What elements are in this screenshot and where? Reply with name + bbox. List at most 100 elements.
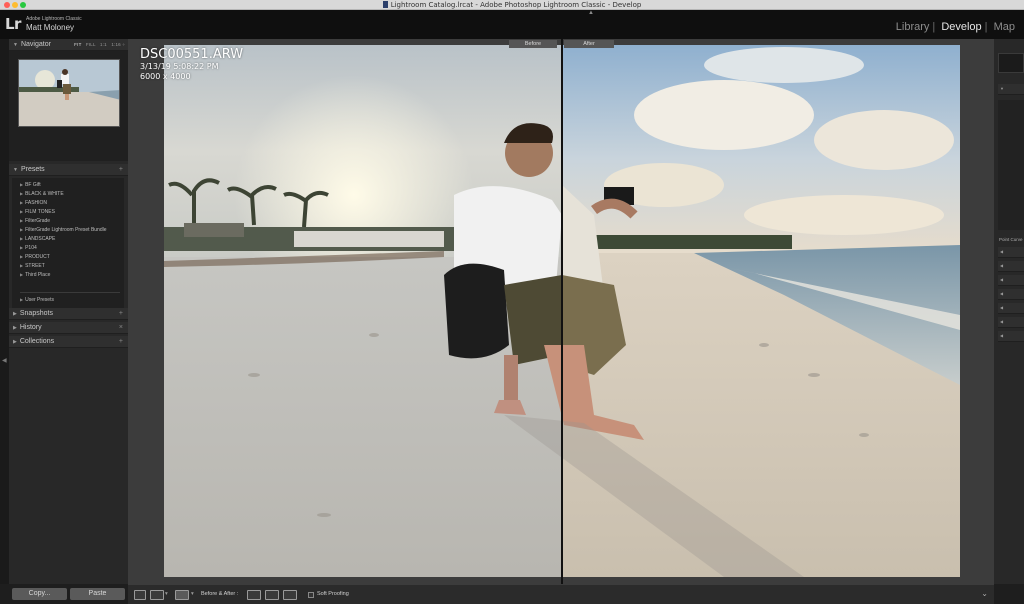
expand-triangle-icon: ▶	[20, 227, 24, 232]
expand-triangle-icon: ▶	[20, 297, 24, 302]
snapshots-header[interactable]: ▶ Snapshots +	[9, 308, 128, 320]
identity-plate-bar	[0, 10, 1024, 39]
add-collection-icon[interactable]: +	[119, 336, 123, 348]
right-panel-section[interactable]: ◀	[998, 303, 1024, 314]
expand-triangle-icon: ▶	[20, 200, 24, 205]
after-label-tab: After	[564, 40, 614, 48]
window-title-bar: Lightroom Catalog.lrcat - Adobe Photosho…	[0, 0, 1024, 10]
expand-triangle-icon: ◀	[1000, 333, 1004, 338]
expand-triangle-icon: ◀	[1000, 249, 1004, 254]
expand-triangle-icon: ▶	[13, 325, 17, 331]
expand-triangle-icon: ▶	[20, 236, 24, 241]
preset-divider	[20, 292, 120, 293]
preset-folder[interactable]: ▶ BF Gift	[20, 182, 41, 188]
right-panel-section[interactable]: ◀	[998, 261, 1024, 272]
presets-list: ▶ BF Gift ▶ BLACK & WHITE ▶ FASHION ▶ FILM T…	[12, 178, 124, 308]
module-develop[interactable]: Develop	[941, 21, 981, 33]
right-panel-section[interactable]: ◀	[998, 289, 1024, 300]
photo-filename: DSC00551.ARW	[140, 47, 244, 62]
right-panel-section[interactable]: ▼	[998, 84, 1024, 95]
zoom-custom-option[interactable]: 1:16 ÷	[111, 42, 125, 47]
right-panel-section[interactable]: ◀	[998, 331, 1024, 342]
zoom-fit-option[interactable]: FIT	[74, 42, 81, 47]
preset-folder[interactable]: ▶ PRODUCT	[20, 254, 50, 260]
module-separator: |	[932, 21, 936, 33]
expand-triangle-icon: ◀	[1000, 305, 1004, 310]
module-separator: |	[984, 21, 988, 33]
point-curve-label: Point Curve	[999, 237, 1023, 242]
right-panel-section[interactable]: ◀	[998, 317, 1024, 328]
module-map[interactable]: Map	[994, 21, 1015, 33]
app-name: Adobe Lightroom Classic	[26, 16, 82, 22]
preset-folder-user[interactable]: ▶ User Presets	[20, 297, 54, 303]
expand-triangle-icon: ▶	[20, 263, 24, 268]
lightroom-logo: Lr	[5, 15, 21, 33]
top-panel-toggle-icon[interactable]: ▲	[588, 10, 594, 16]
collapse-triangle-icon: ▼	[13, 167, 18, 173]
left-panel-edge[interactable]: ◀	[0, 39, 9, 584]
preset-folder[interactable]: ▶ Third Place	[20, 272, 50, 278]
expand-triangle-icon: ◀	[1000, 291, 1004, 296]
preset-folder[interactable]: ▶ FilterGrade Lightroom Preset Bundle	[20, 227, 107, 233]
preset-folder[interactable]: ▶ P104	[20, 245, 37, 251]
collapse-triangle-icon: ▼	[13, 42, 18, 48]
toolbar-content-chevron-icon[interactable]: ⌄	[981, 589, 988, 598]
navigator-zoom-options: FIT FILL 1:1 1:16 ÷	[71, 39, 125, 51]
presets-header[interactable]: ▼ Presets +	[9, 164, 128, 176]
preset-folder[interactable]: ▶ STREET	[20, 263, 45, 269]
history-header[interactable]: ▶ History ×	[9, 322, 128, 334]
right-panel-section[interactable]: ◀	[998, 247, 1024, 258]
clear-history-icon[interactable]: ×	[119, 322, 123, 334]
navigator-header[interactable]: ▼ Navigator FIT FILL 1:1 1:16 ÷	[9, 39, 128, 51]
zoom-1-1-option[interactable]: 1:1	[100, 42, 107, 47]
expand-triangle-icon: ◀	[1000, 319, 1004, 324]
view-mode-dropdown-icon[interactable]: ▾	[165, 591, 168, 597]
expand-triangle-icon: ▶	[20, 209, 24, 214]
photo-canvas[interactable]: Before After DSC00551.ARW 3/13/19 5:08:2…	[128, 39, 994, 584]
catalog-document-icon	[382, 1, 388, 8]
collapse-triangle-icon: ▼	[1000, 86, 1004, 91]
before-after-label: Before & After :	[201, 591, 239, 597]
expand-triangle-icon: ▶	[20, 254, 24, 259]
expand-triangle-icon: ▶	[20, 245, 24, 250]
expand-triangle-icon: ▶	[20, 218, 24, 223]
expand-triangle-icon: ◀	[1000, 277, 1004, 282]
right-panel: ▼ Point Curve ◀ ◀ ◀ ◀ ◀ ◀ ◀	[994, 39, 1024, 584]
navigator-thumbnail[interactable]	[18, 59, 120, 127]
preset-folder[interactable]: ▶ FilterGrade	[20, 218, 50, 224]
copy-before-to-after-icon[interactable]	[247, 590, 261, 600]
expand-triangle-icon: ▶	[20, 191, 24, 196]
yy-dropdown-icon[interactable]: ▾	[191, 591, 194, 597]
expand-triangle-icon: ▶	[13, 339, 17, 345]
preset-folder[interactable]: ▶ FILM TONES	[20, 209, 55, 215]
right-panel-section[interactable]: ◀	[998, 275, 1024, 286]
add-preset-icon[interactable]: +	[119, 164, 123, 176]
tone-curve-area[interactable]	[998, 100, 1024, 230]
preset-folder[interactable]: ▶ FASHION	[20, 200, 47, 206]
expand-triangle-icon: ▶	[13, 311, 17, 317]
navigator-thumbnail-image	[19, 60, 119, 126]
expand-triangle-icon: ◀	[1000, 263, 1004, 268]
before-after-divider	[561, 39, 563, 584]
paste-settings-button[interactable]: Paste	[70, 588, 125, 600]
soft-proofing-label: Soft Proofing	[317, 591, 349, 597]
copy-settings-button[interactable]: Copy...	[12, 588, 67, 600]
preset-folder[interactable]: ▶ BLACK & WHITE	[20, 191, 64, 197]
module-library[interactable]: Library	[896, 21, 930, 33]
swap-before-after-icon[interactable]	[283, 590, 297, 600]
histogram-panel[interactable]	[998, 53, 1024, 73]
left-panel-toggle-icon[interactable]: ◀	[2, 357, 7, 364]
collections-header[interactable]: ▶ Collections +	[9, 336, 128, 348]
before-label-tab: Before	[509, 40, 557, 48]
expand-triangle-icon: ▶	[20, 182, 24, 187]
zoom-fill-option[interactable]: FILL	[86, 42, 96, 47]
yy-view-icon[interactable]	[175, 590, 189, 600]
before-after-view-icon[interactable]	[150, 590, 164, 600]
soft-proofing-checkbox[interactable]	[308, 592, 314, 598]
left-panel: ▼ Navigator FIT FILL 1:1 1:16 ÷ ▼ Presets …	[9, 39, 128, 584]
loupe-view-icon[interactable]	[134, 590, 146, 600]
copy-after-to-before-icon[interactable]	[265, 590, 279, 600]
expand-triangle-icon: ▶	[20, 272, 24, 277]
preset-folder[interactable]: ▶ LANDSCAPE	[20, 236, 55, 242]
add-snapshot-icon[interactable]: +	[119, 308, 123, 320]
